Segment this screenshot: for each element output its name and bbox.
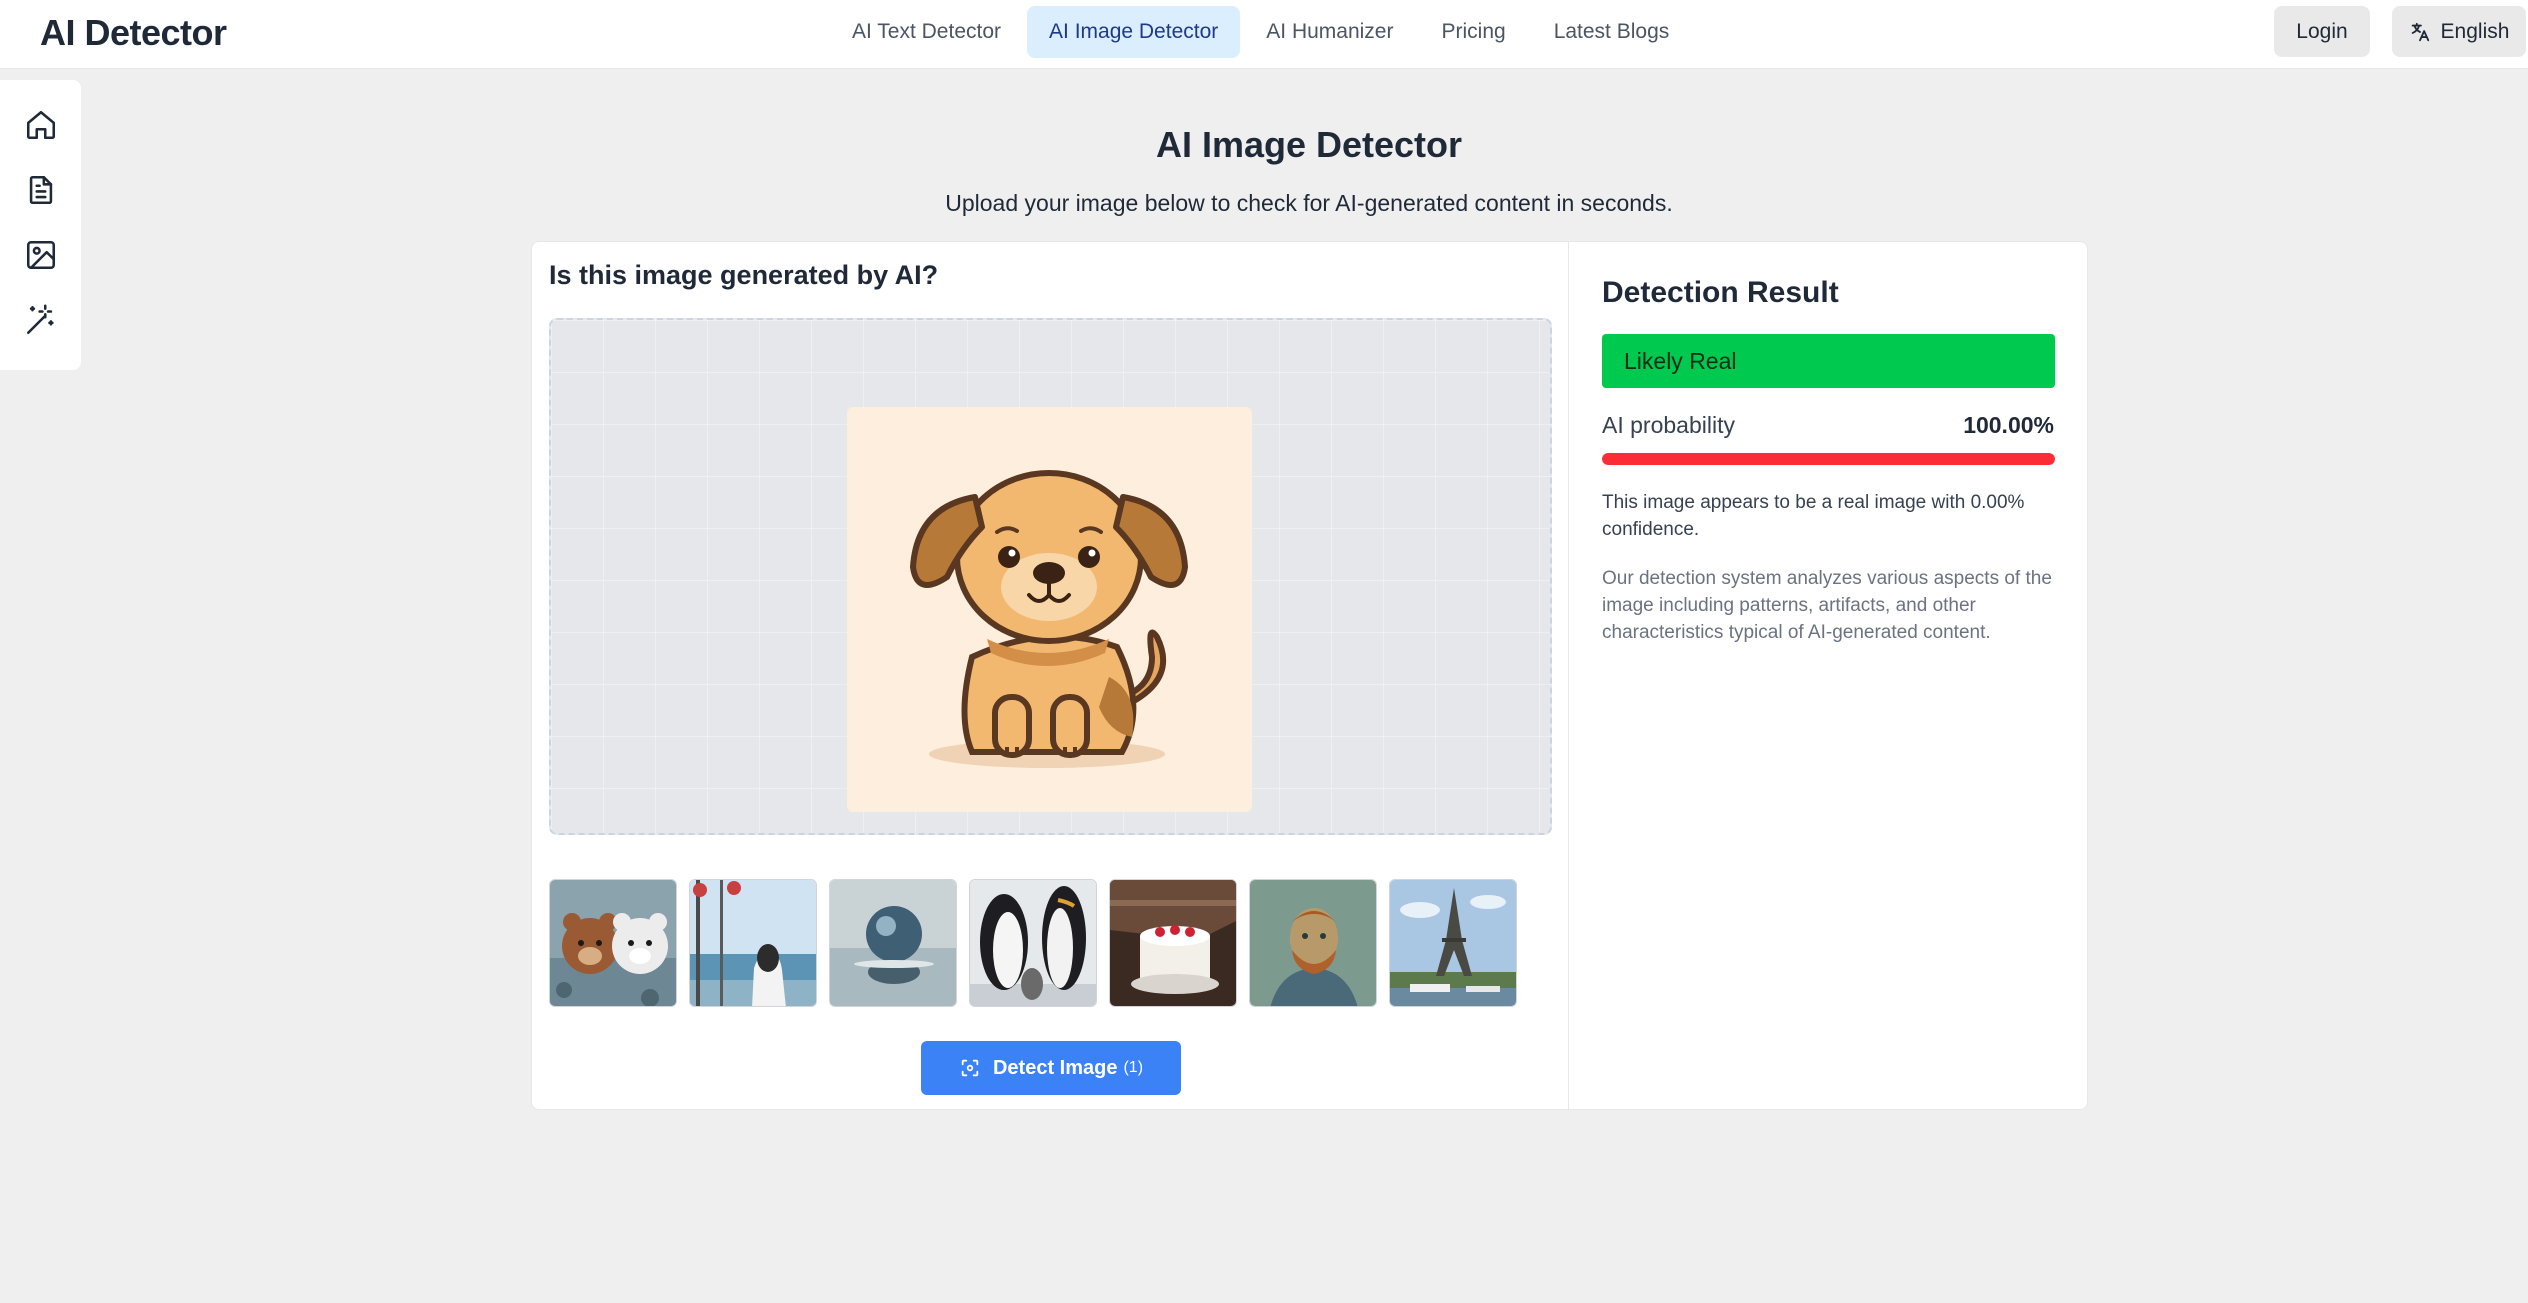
result-description: This image appears to be a real image wi… bbox=[1602, 492, 2025, 540]
detector-card: Is this image generated by AI? Detect Im… bbox=[531, 241, 2088, 1110]
result-title: Detection Result bbox=[1602, 276, 1839, 309]
detect-image-label: Detect Image bbox=[992, 1056, 1118, 1079]
sidebar-humanizer[interactable] bbox=[24, 303, 58, 337]
verdict-badge: Likely Real bbox=[1602, 334, 2055, 388]
detect-image-count: (1) bbox=[1123, 1059, 1144, 1076]
sample-image-glass-globe[interactable] bbox=[829, 879, 957, 1007]
nav-ai-text-detector[interactable]: AI Text Detector bbox=[830, 6, 1023, 58]
puppy-illustration bbox=[910, 470, 1188, 768]
probability-value: 100.00% bbox=[1963, 412, 2054, 438]
image-icon bbox=[26, 240, 56, 270]
sample-image-girl-by-sea[interactable] bbox=[689, 879, 817, 1007]
sidebar-image-detector[interactable] bbox=[24, 238, 58, 272]
probability-label: AI probability bbox=[1602, 412, 1735, 438]
language-label: English bbox=[2440, 19, 2510, 43]
nav-latest-blogs[interactable]: Latest Blogs bbox=[1532, 6, 1692, 58]
result-explanation: Our detection system analyzes various as… bbox=[1602, 568, 2052, 643]
login-button[interactable]: Login bbox=[2274, 6, 2370, 57]
sample-image-cake[interactable] bbox=[1109, 879, 1237, 1007]
probability-bar bbox=[1602, 453, 2055, 465]
upload-question: Is this image generated by AI? bbox=[549, 260, 939, 290]
sample-image-penguins[interactable] bbox=[969, 879, 1097, 1007]
page-subtitle: Upload your image below to check for AI-… bbox=[945, 190, 1673, 216]
brand-logo[interactable]: AI Detector bbox=[40, 12, 227, 54]
detect-image-button[interactable]: Detect Image (1) bbox=[921, 1041, 1181, 1095]
result-pane: Detection Result Likely Real AI probabil… bbox=[1568, 242, 2087, 1109]
nav-ai-humanizer[interactable]: AI Humanizer bbox=[1244, 6, 1415, 58]
magic-wand-icon bbox=[26, 304, 54, 335]
main-nav: AI Text Detector AI Image Detector AI Hu… bbox=[830, 6, 1691, 58]
translate-icon bbox=[2411, 22, 2429, 41]
page-title: AI Image Detector bbox=[1155, 124, 1463, 165]
nav-ai-image-detector[interactable]: AI Image Detector bbox=[1027, 6, 1241, 58]
sample-image-eiffel-tower[interactable] bbox=[1389, 879, 1517, 1007]
sample-images bbox=[549, 879, 1517, 1007]
image-dropzone[interactable] bbox=[549, 318, 1552, 835]
probability-bar-fill bbox=[1602, 453, 2055, 465]
sample-image-van-gogh-portrait[interactable] bbox=[1249, 879, 1377, 1007]
language-button[interactable]: English bbox=[2392, 6, 2526, 57]
scan-icon bbox=[961, 1059, 979, 1077]
uploaded-image-preview bbox=[847, 407, 1252, 812]
top-header: AI Detector AI Text Detector AI Image De… bbox=[0, 0, 2528, 69]
sample-image-teddy-bears[interactable] bbox=[549, 879, 677, 1007]
upload-pane: Is this image generated by AI? Detect Im… bbox=[532, 242, 1568, 1109]
nav-pricing[interactable]: Pricing bbox=[1419, 6, 1527, 58]
